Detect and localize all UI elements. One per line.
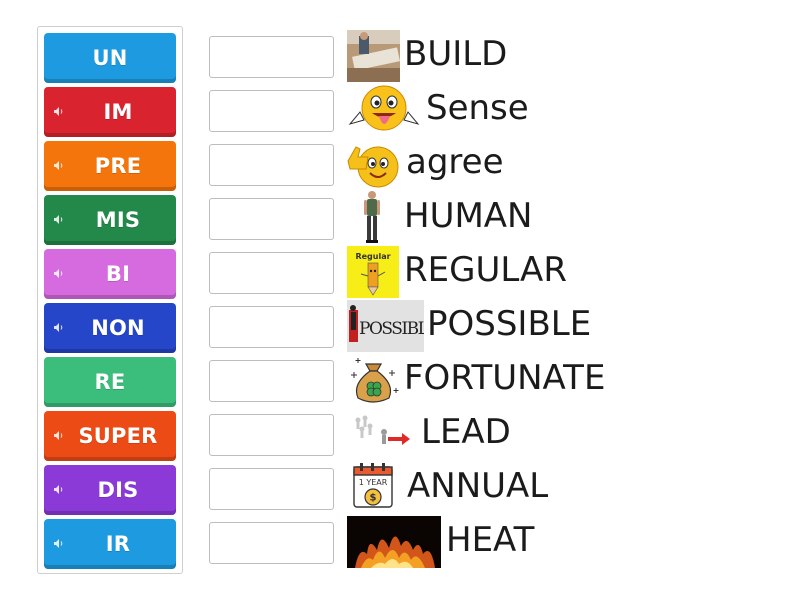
speaker-icon[interactable] xyxy=(53,484,64,495)
standing-person xyxy=(360,190,384,244)
word-heat: HEAT xyxy=(446,520,535,560)
tile-label: RE xyxy=(94,370,126,394)
svg-text:$: $ xyxy=(370,493,377,504)
tile-label: DIS xyxy=(97,478,139,502)
calendar-label: 1 YEAR xyxy=(359,478,388,487)
speaker-icon[interactable] xyxy=(53,322,64,333)
word-agree: agree xyxy=(406,142,504,182)
tile-im[interactable]: IM xyxy=(44,87,176,137)
tile-label: NON xyxy=(91,316,145,340)
drop-box-fortunate[interactable] xyxy=(209,360,334,402)
drop-box-annual[interactable] xyxy=(209,468,334,510)
drop-box-build[interactable] xyxy=(209,36,334,78)
tile-label: UN xyxy=(92,46,128,70)
one-year-calendar-icon: 1 YEAR $ xyxy=(350,461,396,513)
tile-ir[interactable]: IR xyxy=(44,519,176,569)
tongue-out-emoji xyxy=(346,84,422,134)
tile-re[interactable]: RE xyxy=(44,357,176,407)
thumbs-up-emoji xyxy=(346,139,400,189)
tile-dis[interactable]: DIS xyxy=(44,465,176,515)
tile-label: IM xyxy=(103,100,133,124)
drop-box-human[interactable] xyxy=(209,198,334,240)
drop-box-sense[interactable] xyxy=(209,90,334,132)
tile-pre[interactable]: PRE xyxy=(44,141,176,191)
impossible-label: POSSIBLE xyxy=(359,319,424,339)
tile-label: BI xyxy=(105,262,131,286)
regular-label: Regular xyxy=(355,252,390,261)
drop-box-regular[interactable] xyxy=(209,252,334,294)
word-possible: POSSIBLE xyxy=(427,304,592,344)
tile-un[interactable]: UN xyxy=(44,33,176,83)
fire-photo xyxy=(347,516,441,568)
tile-bi[interactable]: BI xyxy=(44,249,176,299)
speaker-icon[interactable] xyxy=(53,268,64,279)
word-lead: LEAD xyxy=(421,412,511,452)
drop-box-agree[interactable] xyxy=(209,144,334,186)
tile-label: MIS xyxy=(95,208,141,232)
leader-arrow-icon xyxy=(350,412,412,448)
word-human: HUMAN xyxy=(404,196,533,236)
word-fortunate: FORTUNATE xyxy=(404,358,606,398)
word-regular: REGULAR xyxy=(404,250,567,290)
speaker-icon[interactable] xyxy=(53,160,64,171)
lucky-money-bag-icon xyxy=(346,354,401,406)
drop-box-lead[interactable] xyxy=(209,414,334,456)
tile-non[interactable]: NON xyxy=(44,303,176,353)
speaker-icon[interactable] xyxy=(53,538,64,549)
answer-tile-panel: UN IM PRE MIS BI NON RE SUPER DIS IR xyxy=(37,26,183,574)
tile-super[interactable]: SUPER xyxy=(44,411,176,461)
word-annual: ANNUAL xyxy=(407,466,549,506)
construction-photo xyxy=(347,30,400,82)
speaker-icon[interactable] xyxy=(53,106,64,117)
regular-pencil-cartoon: Regular xyxy=(347,246,399,298)
tile-label: IR xyxy=(105,532,131,556)
drop-box-possible[interactable] xyxy=(209,306,334,348)
tile-label: PRE xyxy=(94,154,142,178)
impossible-sign: POSSIBLE xyxy=(347,300,424,352)
drop-box-heat[interactable] xyxy=(209,522,334,564)
speaker-icon[interactable] xyxy=(53,430,64,441)
tile-mis[interactable]: MIS xyxy=(44,195,176,245)
speaker-icon[interactable] xyxy=(53,214,64,225)
tile-label: SUPER xyxy=(78,424,158,448)
word-sense: Sense xyxy=(426,88,529,128)
word-build: BUILD xyxy=(404,34,508,74)
